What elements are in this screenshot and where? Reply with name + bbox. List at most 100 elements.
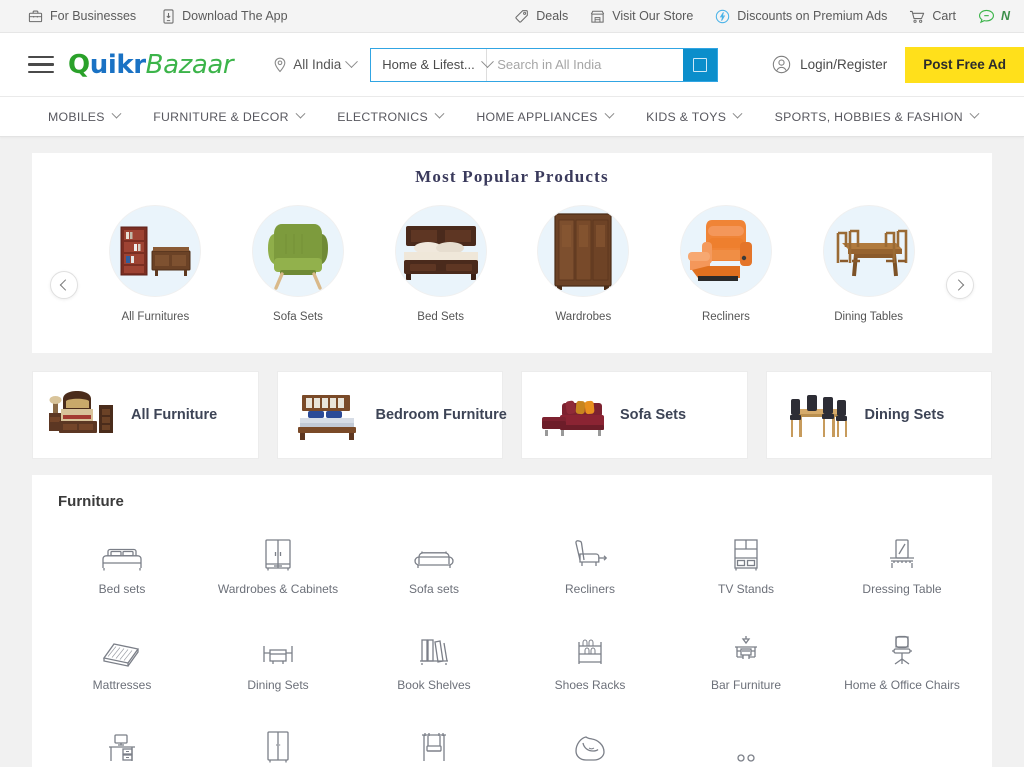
sofa-icon	[413, 530, 455, 572]
subcategory-bean-bags[interactable]: Bean Bags	[512, 708, 668, 767]
carousel-item-label: Recliners	[701, 311, 750, 323]
carousel-item-all-furnitures[interactable]: All Furnitures	[96, 205, 214, 323]
top-utility-bar: For Businesses Download The App Deals Vi…	[0, 0, 1024, 33]
login-register-button[interactable]: Login/Register	[772, 55, 887, 74]
furniture-section-title: Furniture	[58, 493, 124, 510]
subcategory-label: Recliners	[564, 582, 615, 596]
search-category-select[interactable]: Home & Lifest...	[371, 48, 494, 81]
download-app-link[interactable]: Download The App	[162, 8, 288, 24]
subcategory-mattresses[interactable]: Mattresses	[44, 612, 200, 702]
for-businesses-label: For Businesses	[50, 8, 137, 23]
subcategory-dining-sets[interactable]: Dining Sets	[200, 612, 356, 702]
carousel-item-bed-sets[interactable]: Bed Sets	[382, 205, 500, 323]
cart-link[interactable]: Cart	[909, 9, 956, 24]
deals-link[interactable]: Deals	[514, 9, 568, 24]
nav-item-electronics[interactable]: ELECTRONICS	[337, 108, 445, 124]
subcategory-recliners[interactable]: Recliners	[512, 516, 668, 606]
subcategory-bed-sets[interactable]: Bed sets	[44, 516, 200, 606]
shoe-rack-icon	[574, 626, 606, 668]
carousel-item-wardrobes[interactable]: Wardrobes	[524, 205, 642, 323]
bar-furniture-icon	[729, 626, 763, 668]
subcategory-wardrobes-cabinets[interactable]: Wardrobes & Cabinets	[200, 516, 356, 606]
for-businesses-link[interactable]: For Businesses	[28, 9, 136, 24]
category-card-label: All Furniture	[131, 407, 218, 423]
subcategory-label: Bed sets	[98, 582, 146, 596]
page-title: Most Popular Products	[415, 167, 609, 186]
logo-part-bazaar: Bazaar	[145, 49, 234, 80]
search-button[interactable]	[683, 48, 718, 81]
carousel-item-sofa-sets[interactable]: Sofa Sets	[239, 205, 357, 323]
category-card-label: Bedroom Furniture	[375, 407, 507, 423]
subcategory-metal-almirahs[interactable]: Metal Almirahs	[200, 708, 356, 767]
dressing-table-icon	[887, 530, 917, 572]
nav-item-furniture-decor[interactable]: FURNITURE & DECOR	[153, 108, 306, 124]
category-card-bedroom-furniture[interactable]: Bedroom Furniture	[276, 371, 507, 459]
cart-label: Cart	[932, 8, 956, 23]
carousel-item-dining-tables[interactable]: Dining Tables	[810, 205, 928, 323]
subcategory-dressing-table[interactable]: Dressing Table	[824, 516, 980, 606]
nav-item-sports-hobbies-fashion[interactable]: SPORTS, HOBBIES & FASHION	[774, 108, 980, 124]
subcategory-shoes-racks[interactable]: Shoes Racks	[512, 612, 668, 702]
carousel-item-label: All Furnitures	[121, 311, 190, 323]
subcategory-label: Shoes Racks	[554, 678, 626, 692]
dark-wood-bed-photo	[394, 205, 487, 297]
carousel-next-button[interactable]	[946, 271, 974, 299]
category-card-all-furniture[interactable]: All Furniture	[32, 371, 259, 459]
subcategory-all-furniture[interactable]: All Furniture	[668, 708, 824, 767]
premium-discounts-link[interactable]: Discounts on Premium Ads	[715, 9, 887, 24]
nav-item-mobiles[interactable]: MOBILES	[48, 108, 122, 124]
office-chair-icon	[887, 626, 917, 668]
chat-notifications-link[interactable]: N	[978, 9, 1010, 24]
search-icon	[693, 57, 708, 72]
carousel-item-label: Dining Tables	[834, 311, 904, 323]
subcategory-home-office-tables[interactable]: Home & Office tables	[44, 708, 200, 767]
logo-part-uikr: uikr	[89, 49, 146, 80]
post-free-ad-button[interactable]: Post Free Ad	[905, 46, 1024, 83]
carousel-item-label: Sofa Sets	[273, 311, 323, 323]
deals-label: Deals	[536, 8, 569, 23]
hamburger-icon[interactable]	[28, 55, 54, 74]
login-register-label: Login/Register	[800, 57, 888, 72]
recliner-icon	[571, 530, 609, 572]
carousel-prev-button[interactable]	[50, 271, 78, 299]
carousel-item-label: Bed Sets	[417, 311, 464, 323]
nav-item-kids-toys[interactable]: KIDS & TOYS	[646, 108, 743, 124]
location-pin-icon	[273, 57, 287, 73]
bean-bag-icon	[573, 722, 607, 764]
subcategory-swings[interactable]: Swings	[356, 708, 512, 767]
quikr-bazaar-logo[interactable]: QuikrBazaar	[68, 49, 234, 80]
subcategory-sofa-sets[interactable]: Sofa sets	[356, 516, 512, 606]
maroon-sectional-sofa-photo	[536, 384, 608, 446]
almirah-icon	[264, 722, 292, 764]
nav-label: SPORTS, HOBBIES & FASHION	[774, 109, 963, 124]
search-input[interactable]	[487, 48, 684, 81]
orange-recliner-photo	[679, 205, 772, 297]
chevron-down-icon	[295, 108, 306, 119]
furniture-subcategory-grid: Bed sets Wardrobes & Cabinets Sofa sets …	[44, 516, 980, 767]
category-card-dining-sets[interactable]: Dining Sets	[765, 371, 992, 459]
nav-label: MOBILES	[48, 109, 105, 124]
subcategory-label: Dining Sets	[247, 678, 309, 692]
wardrobe-icon	[263, 530, 293, 572]
category-card-sofa-sets[interactable]: Sofa Sets	[521, 371, 748, 459]
search-category-value: Home & Lifest...	[382, 57, 475, 72]
subcategory-book-shelves[interactable]: Book Shelves	[356, 612, 512, 702]
nav-item-home-appliances[interactable]: HOME APPLIANCES	[476, 108, 615, 124]
subcategory-bar-furniture[interactable]: Bar Furniture	[668, 612, 824, 702]
carousel-item-recliners[interactable]: Recliners	[667, 205, 785, 323]
subcategory-home-office-chairs[interactable]: Home & Office Chairs	[824, 612, 980, 702]
category-cards-row: All Furniture Bedroom Furniture Sofa Set…	[32, 371, 992, 459]
chevron-left-icon	[59, 279, 72, 291]
subcategory-label: Sofa sets	[408, 582, 460, 596]
mobile-download-icon	[162, 8, 175, 24]
store-icon	[590, 9, 605, 24]
subcategory-label: Bar Furniture	[710, 678, 782, 692]
location-selector[interactable]: All India	[273, 55, 359, 73]
chevron-down-icon	[604, 108, 615, 119]
chat-label: N	[1000, 8, 1010, 23]
bed-icon	[100, 530, 144, 572]
subcategory-tv-stands[interactable]: TV Stands	[668, 516, 824, 606]
visit-our-store-link[interactable]: Visit Our Store	[590, 9, 693, 24]
chevron-down-icon	[111, 108, 122, 119]
cart-icon	[909, 9, 925, 24]
